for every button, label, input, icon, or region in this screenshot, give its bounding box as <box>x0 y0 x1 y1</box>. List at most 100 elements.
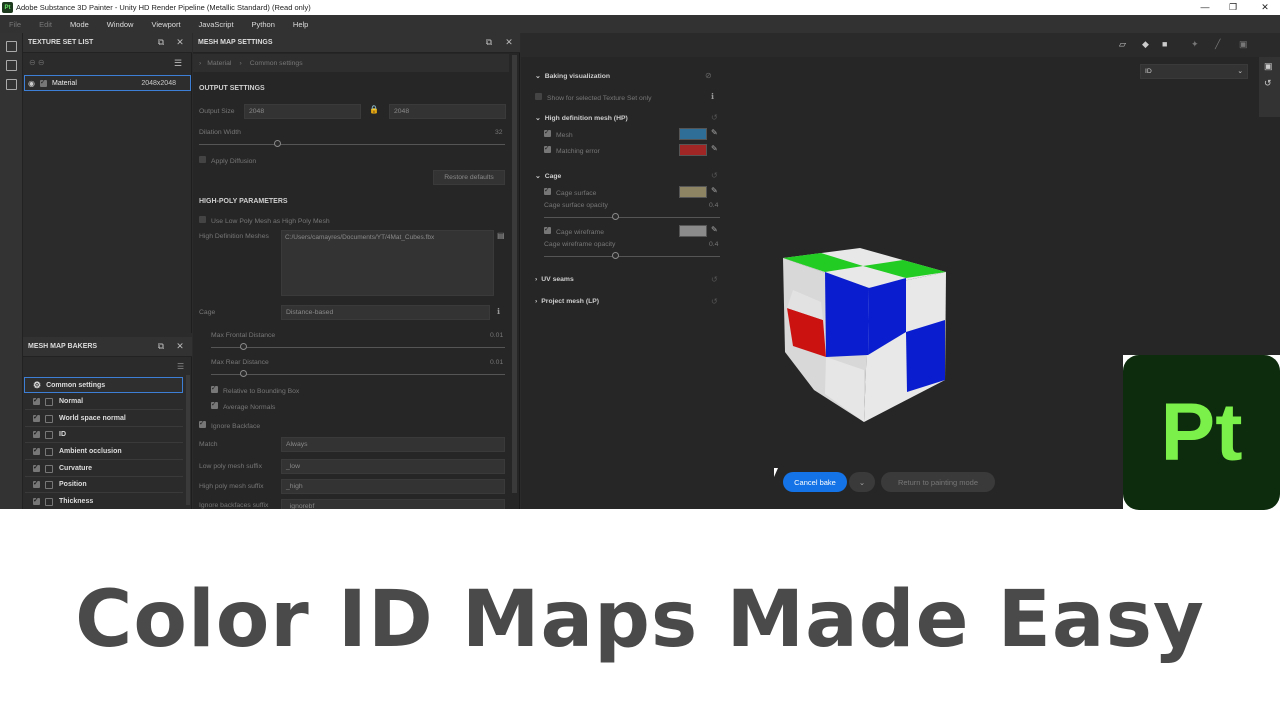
cage-wireframe-swatch[interactable] <box>679 225 707 237</box>
uv-seams-heading[interactable]: › UV seams <box>535 276 574 283</box>
scrollbar[interactable] <box>186 375 190 505</box>
baker-world-space-normal[interactable]: World space normal <box>25 411 183 427</box>
eyedropper-icon[interactable]: ✎ <box>711 144 718 153</box>
info-icon[interactable]: ℹ <box>497 307 500 316</box>
scrollbar[interactable] <box>512 55 517 493</box>
baker-position[interactable]: Position <box>25 477 183 493</box>
max-frontal-handle[interactable] <box>240 343 247 350</box>
menu-python[interactable]: Python <box>243 20 284 29</box>
match-select[interactable]: Always <box>281 437 505 452</box>
texture-set-row[interactable]: ◉ Material 2048x2048 <box>24 75 191 91</box>
baker-common-settings[interactable]: ⚙ Common settings <box>24 377 183 393</box>
texture-icon[interactable]: ▣ <box>1264 61 1280 72</box>
reset-icon[interactable]: ↺ <box>711 275 718 284</box>
menu-edit[interactable]: Edit <box>30 20 61 29</box>
hd-mesh-heading[interactable]: ⌄ High definition mesh (HP) <box>535 114 628 122</box>
brush-icon[interactable]: ╱ <box>1215 39 1220 50</box>
menu-javascript[interactable]: JavaScript <box>190 20 243 29</box>
ignore-backface-checkbox[interactable]: Ignore Backface <box>199 419 260 430</box>
reset-icon[interactable]: ↺ <box>711 113 718 122</box>
apply-diffusion[interactable]: Apply Diffusion <box>199 156 256 165</box>
error-color-swatch[interactable] <box>679 144 707 156</box>
hd-meshes-list[interactable]: C:/Users/camayres/Documents/YT/4Mat_Cube… <box>281 230 494 296</box>
dilation-slider[interactable] <box>199 144 505 145</box>
menu-viewport[interactable]: Viewport <box>142 20 189 29</box>
info-icon[interactable]: ℹ <box>711 92 714 101</box>
baking-viz-heading[interactable]: ⌄ Baking visualization <box>535 72 610 80</box>
show-selected-checkbox[interactable]: Show for selected Texture Set only <box>535 93 652 102</box>
menu-help[interactable]: Help <box>284 20 317 29</box>
matching-error-checkbox[interactable]: Matching error <box>544 144 600 155</box>
output-size-height-select[interactable]: 2048 <box>389 104 506 119</box>
relative-bb-checkbox[interactable]: Relative to Bounding Box <box>211 384 299 395</box>
baker-normal[interactable]: Normal <box>25 394 183 410</box>
eyedropper-icon[interactable]: ✎ <box>711 225 718 234</box>
cage-select[interactable]: Distance-based <box>281 305 490 320</box>
dilation-slider-handle[interactable] <box>274 140 281 147</box>
undock-icon[interactable]: ⧉ <box>156 37 166 48</box>
reset-icon[interactable]: ↺ <box>711 297 718 306</box>
max-rear-slider[interactable] <box>211 374 505 375</box>
undock-icon[interactable]: ⧉ <box>156 341 166 352</box>
baker-id[interactable]: ID <box>25 427 183 443</box>
baker-ambient-occlusion[interactable]: Ambient occlusion <box>25 444 183 460</box>
mesh-checkbox[interactable]: Mesh <box>544 128 573 139</box>
link-icons[interactable]: ⊖ ⊖ <box>29 58 45 67</box>
enabled-checkbox[interactable] <box>39 78 47 87</box>
cube-model-preview[interactable] <box>773 240 963 430</box>
texture-set-icon[interactable] <box>6 60 17 71</box>
camera-icon[interactable]: ■ <box>1162 39 1167 49</box>
output-size-width-select[interactable]: 2048 <box>244 104 361 119</box>
baker-curvature[interactable]: Curvature <box>25 461 183 477</box>
cage-surface-swatch[interactable] <box>679 186 707 198</box>
cage-surface-opacity-handle[interactable] <box>612 213 619 220</box>
cage-surface-opacity-slider[interactable] <box>544 217 720 218</box>
baker-thickness[interactable]: Thickness <box>25 494 183 509</box>
menu-file[interactable]: File <box>0 20 30 29</box>
max-rear-handle[interactable] <box>240 370 247 377</box>
bake-options-dropdown[interactable]: ⌄ <box>849 472 875 492</box>
history-icon[interactable]: ↺ <box>1264 78 1280 89</box>
high-suffix-input[interactable]: _high <box>281 479 505 494</box>
return-painting-mode-button[interactable]: Return to painting mode <box>881 472 995 492</box>
cage-wireframe-opacity-slider[interactable] <box>544 256 720 257</box>
menu-mode[interactable]: Mode <box>61 20 98 29</box>
average-normals-checkbox[interactable]: Average Normals <box>211 400 275 411</box>
lock-icon[interactable]: 🔒 <box>369 105 379 114</box>
effect-icon[interactable]: ✦ <box>1191 39 1199 50</box>
eyedropper-icon[interactable]: ✎ <box>711 186 718 195</box>
display-channel-select[interactable]: ID ⌄ <box>1140 64 1248 79</box>
menu-window[interactable]: Window <box>98 20 143 29</box>
cage-wireframe-checkbox[interactable]: Cage wireframe <box>544 225 604 236</box>
cage-heading[interactable]: ⌄ Cage <box>535 172 561 180</box>
filter-icon[interactable]: ☰ <box>177 362 184 371</box>
undock-icon[interactable]: ⧉ <box>484 37 494 48</box>
view-mode-icon[interactable]: ▱ <box>1119 39 1126 50</box>
layers-icon[interactable] <box>6 41 17 52</box>
document-icon[interactable] <box>6 79 17 90</box>
reset-icon[interactable]: ↺ <box>711 171 718 180</box>
cage-surface-checkbox[interactable]: Cage surface <box>544 186 596 197</box>
mesh-color-swatch[interactable] <box>679 128 707 140</box>
close-panel-icon[interactable]: ✕ <box>175 37 185 48</box>
cage-wireframe-opacity-handle[interactable] <box>612 252 619 259</box>
hide-eye-icon[interactable]: ⊘ <box>705 71 712 80</box>
max-frontal-slider[interactable] <box>211 347 505 348</box>
restore-button[interactable]: ❐ <box>1218 0 1248 15</box>
minimize-button[interactable]: — <box>1190 0 1220 15</box>
close-button[interactable]: ✕ <box>1250 0 1280 15</box>
low-suffix-input[interactable]: _low <box>281 459 505 474</box>
cube-icon[interactable]: ◆ <box>1142 39 1149 50</box>
eyedropper-icon[interactable]: ✎ <box>711 128 718 137</box>
eye-icon[interactable]: ◉ <box>28 79 35 88</box>
restore-defaults-button[interactable]: Restore defaults <box>433 170 505 185</box>
breadcrumb-material[interactable]: Material <box>207 60 231 67</box>
project-mesh-heading[interactable]: › Project mesh (LP) <box>535 298 599 305</box>
ignore-suffix-input[interactable]: _ignorebf <box>281 499 505 509</box>
close-panel-icon[interactable]: ✕ <box>504 37 514 48</box>
screenshot-icon[interactable]: ▣ <box>1239 39 1248 50</box>
cancel-bake-button[interactable]: Cancel bake <box>783 472 847 492</box>
menu-icon[interactable]: ☰ <box>174 58 182 69</box>
close-panel-icon[interactable]: ✕ <box>175 341 185 352</box>
breadcrumb-common[interactable]: Common settings <box>250 60 303 67</box>
